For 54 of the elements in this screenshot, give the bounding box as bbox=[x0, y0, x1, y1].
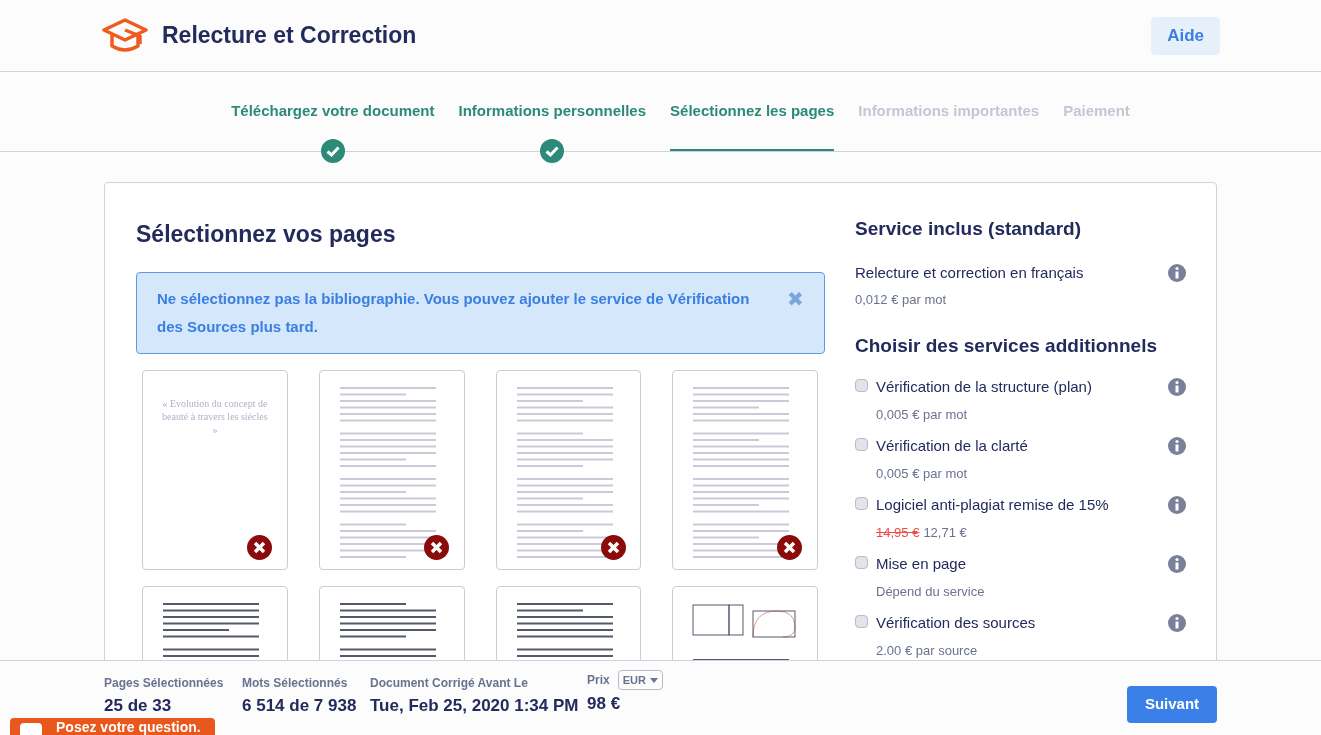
info-icon[interactable] bbox=[1168, 378, 1186, 396]
app-title: Relecture et Correction bbox=[162, 21, 417, 51]
page-thumbnail[interactable]: « Evolution du concept de beauté à travers les siècles » bbox=[142, 369, 288, 570]
page-title-text: « Evolution du concept de beauté à travers les siècles » bbox=[161, 396, 269, 436]
stat-value: 25 de 33 bbox=[104, 695, 173, 717]
checkbox[interactable] bbox=[855, 556, 868, 569]
section-title: Sélectionnez vos pages bbox=[136, 220, 397, 249]
remove-icon[interactable] bbox=[247, 534, 272, 560]
service-name: Vérification des sources bbox=[876, 613, 1037, 633]
remove-icon[interactable] bbox=[777, 534, 803, 560]
stat-label: Prix bbox=[587, 672, 610, 689]
section-title: Service inclus (standard) bbox=[855, 217, 1082, 241]
checkbox[interactable] bbox=[855, 615, 868, 628]
info-icon[interactable] bbox=[1168, 437, 1186, 455]
service-price: 2.00 € par source bbox=[876, 641, 978, 660]
info-icon[interactable] bbox=[1168, 263, 1186, 282]
section-title: Choisir des services additionnels bbox=[855, 333, 1158, 358]
service-name: Vérification de la structure (plan) bbox=[876, 377, 1093, 397]
stat-label: Document Corrigé Avant Le bbox=[370, 675, 529, 692]
chat-widget[interactable]: Posez votre question. bbox=[10, 718, 215, 735]
next-button[interactable]: Suivant bbox=[1127, 686, 1217, 723]
price-value: 98 € bbox=[587, 693, 622, 715]
service-name: Mise en page bbox=[876, 554, 968, 574]
info-icon[interactable] bbox=[1168, 496, 1186, 514]
service-name: Relecture et correction en français bbox=[855, 262, 1085, 283]
checkbox[interactable] bbox=[855, 497, 868, 510]
stat-value: 6 514 de 7 938 bbox=[242, 695, 358, 717]
checkbox[interactable] bbox=[855, 438, 868, 451]
stat-label: Pages Sélectionnées bbox=[104, 675, 225, 692]
currency-dropdown[interactable]: EUR bbox=[617, 670, 663, 690]
step-tab[interactable]: Sélectionnez les pages bbox=[670, 72, 835, 151]
step-tab[interactable]: Téléchargez votre document bbox=[231, 72, 435, 151]
notice-text: Ne sélectionnez pas la bibliographie. Vous pouvez ajouter le service de Vérification des Sources plus tard. bbox=[157, 288, 751, 337]
checkbox[interactable] bbox=[855, 379, 868, 392]
service-name: Vérification de la clarté bbox=[876, 436, 1029, 456]
info-icon[interactable] bbox=[1168, 555, 1186, 573]
remove-icon[interactable] bbox=[600, 534, 626, 560]
remove-icon[interactable] bbox=[423, 534, 449, 560]
stat-label: Mots Sélectionnés bbox=[242, 675, 349, 692]
caret-icon bbox=[649, 677, 658, 683]
help-button[interactable]: Aide bbox=[1151, 16, 1220, 55]
chat-label: Posez votre question. bbox=[56, 720, 201, 735]
step-tab[interactable]: Informations personnelles bbox=[458, 72, 647, 151]
service-price: 0,005 € par mot bbox=[876, 464, 968, 483]
stat-value: Tue, Feb 25, 2020 1:34 PM bbox=[370, 695, 580, 717]
info-icon[interactable] bbox=[1168, 614, 1186, 632]
service-name: Logiciel anti-plagiat remise de 15% bbox=[876, 495, 1110, 515]
service-price: Dépend du service bbox=[876, 582, 985, 601]
service-price: 0,012 € par mot bbox=[855, 291, 948, 309]
chat-bubble-icon bbox=[20, 723, 42, 735]
service-price: 0,005 € par mot bbox=[876, 405, 968, 424]
service-price: 12,71 € bbox=[923, 523, 967, 542]
old-price: 14,95 € bbox=[876, 523, 920, 542]
close-button[interactable]: ✖ bbox=[787, 288, 804, 309]
